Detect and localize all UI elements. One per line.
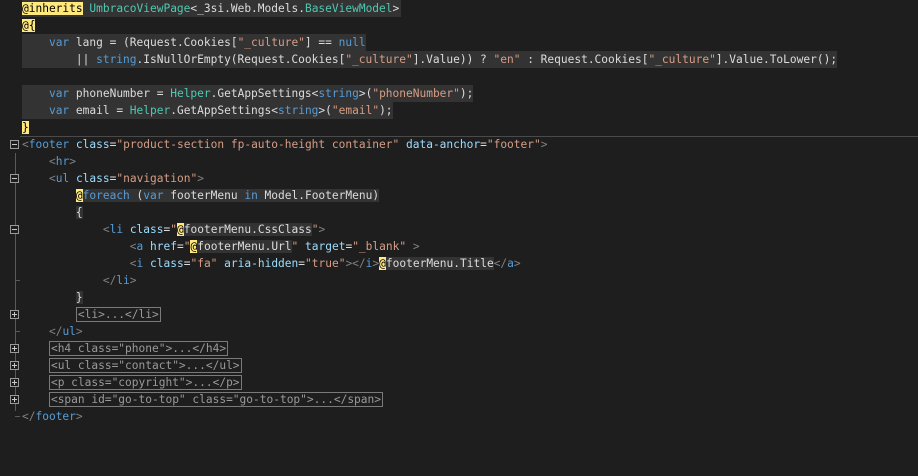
token: BaseViewModel	[304, 2, 393, 15]
fold-collapse-icon[interactable]	[10, 174, 19, 183]
code-line[interactable]: var lang = (Request.Cookies["_culture"] …	[0, 34, 918, 51]
collapsed-region[interactable]: <h4 class="phone">...</h4>	[48, 341, 229, 356]
fold-collapse-icon[interactable]	[10, 225, 19, 234]
token: UmbracoViewPage	[89, 2, 191, 15]
fold-expand-icon[interactable]	[10, 310, 19, 319]
code-line[interactable]: }	[0, 119, 918, 136]
code-line[interactable]: <li class="@footerMenu.CssClass">	[0, 221, 918, 238]
token: _3si.Web.Models.	[197, 2, 305, 15]
fold-expand-icon[interactable]	[10, 361, 19, 370]
code-line[interactable]: {	[0, 204, 918, 221]
code-line[interactable]: <span id="go-to-top" class="go-to-top">.…	[0, 391, 918, 408]
code-line[interactable]: var phoneNumber = Helper.GetAppSettings<…	[0, 85, 918, 102]
razor-block-open: @{	[22, 19, 36, 32]
code-line[interactable]: }	[0, 289, 918, 306]
code-line[interactable]: <p class="copyright">...</p>	[0, 374, 918, 391]
collapsed-region[interactable]: <ul class="contact">...</ul>	[48, 358, 242, 373]
code-line[interactable]: <li>...</li>	[0, 306, 918, 323]
code-line[interactable]: @{	[0, 17, 918, 34]
code-line[interactable]: </li>	[0, 272, 918, 289]
code-line[interactable]: </footer>	[0, 408, 918, 425]
collapsed-region[interactable]: <p class="copyright">...</p>	[48, 375, 242, 390]
code-line[interactable]: @foreach (var footerMenu in Model.Footer…	[0, 187, 918, 204]
fold-expand-icon[interactable]	[10, 344, 19, 353]
code-line[interactable]: <ul class="navigation">	[0, 170, 918, 187]
code-line[interactable]: <hr>	[0, 153, 918, 170]
code-line[interactable]: <h4 class="phone">...</h4>	[0, 340, 918, 357]
code-line[interactable]: <ul class="contact">...</ul>	[0, 357, 918, 374]
fold-collapse-icon[interactable]	[10, 140, 19, 149]
code-line[interactable]: || string.IsNullOrEmpty(Request.Cookies[…	[0, 51, 918, 68]
code-line[interactable]: <a href="@footerMenu.Url" target="_blank…	[0, 238, 918, 255]
code-line[interactable]: <footer class="product-section fp-auto-h…	[0, 136, 918, 153]
code-line[interactable]: </ul>	[0, 323, 918, 340]
code-line[interactable]: @inherits UmbracoViewPage<_3si.Web.Model…	[0, 0, 918, 17]
razor-inherits: @inherits	[22, 2, 83, 15]
fold-expand-icon[interactable]	[10, 378, 19, 387]
code-line[interactable]: <i class="fa" aria-hidden="true"></i>@fo…	[0, 255, 918, 272]
collapsed-region[interactable]: <span id="go-to-top" class="go-to-top">.…	[48, 392, 383, 407]
razor-block-close: }	[22, 121, 29, 134]
code-line[interactable]: var email = Helper.GetAppSettings<string…	[0, 102, 918, 119]
collapsed-region[interactable]: <li>...</li>	[75, 307, 161, 322]
code-editor[interactable]: @inherits UmbracoViewPage<_3si.Web.Model…	[0, 0, 918, 445]
fold-expand-icon[interactable]	[10, 395, 19, 404]
